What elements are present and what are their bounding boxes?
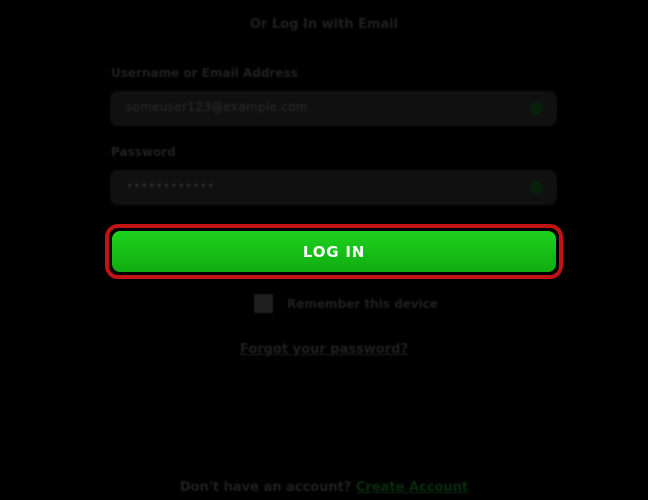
forgot-password-link[interactable]: Forgot your password? bbox=[0, 342, 648, 357]
password-value: •••••••••••• bbox=[126, 179, 215, 193]
field-status-icon bbox=[530, 102, 543, 115]
remember-checkbox[interactable] bbox=[254, 294, 273, 313]
signup-prompt-text: Don't have an account? bbox=[179, 480, 352, 495]
signup-prompt: Don't have an account? Create Account bbox=[0, 480, 648, 495]
username-field[interactable]: someuser123@example.com bbox=[110, 91, 557, 126]
login-screen: Or Log In with Email Username or Email A… bbox=[0, 0, 648, 500]
login-heading: Or Log In with Email bbox=[249, 17, 399, 32]
username-value: someuser123@example.com bbox=[126, 100, 308, 114]
username-label: Username or Email Address bbox=[111, 66, 298, 80]
password-label: Password bbox=[111, 145, 176, 159]
remember-label: Remember this device bbox=[287, 296, 438, 311]
password-field[interactable]: •••••••••••• bbox=[110, 170, 557, 205]
create-account-link[interactable]: Create Account bbox=[356, 480, 468, 495]
login-button[interactable]: LOG IN bbox=[112, 231, 556, 272]
field-status-icon bbox=[530, 181, 543, 194]
remember-device[interactable]: Remember this device bbox=[254, 294, 438, 313]
